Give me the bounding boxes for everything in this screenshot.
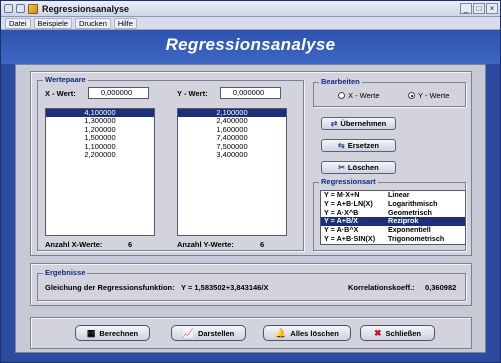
list-item[interactable]: 3,400000 <box>178 150 286 159</box>
app-window: Regressionsanalyse _ □ × Datei Beispiele… <box>0 0 501 363</box>
correlation-label: Korrelationskoeff.: <box>348 283 415 292</box>
close-button[interactable]: × <box>486 3 498 14</box>
y-value-label: Y - Wert: <box>177 89 208 98</box>
radio-y-werte[interactable]: Y - Werte <box>408 91 449 100</box>
uebernehmen-button[interactable]: ⇄ Übernehmen <box>321 117 396 130</box>
radio-x-werte[interactable]: X - Werte <box>338 91 380 100</box>
regression-name: Trigonometrisch <box>388 233 445 243</box>
bearbeiten-group: Bearbeiten X - Werte Y - Werte <box>313 77 466 107</box>
ersetzen-label: Ersetzen <box>347 141 379 150</box>
menu-datei[interactable]: Datei <box>5 17 31 29</box>
x-values-list[interactable]: 4,100000 1,300000 1,200000 1,500000 1,10… <box>45 108 155 236</box>
replace-icon: ⇆ <box>338 141 345 150</box>
insert-icon: ⇄ <box>330 119 338 128</box>
wertepaare-group: Wertepaare X - Wert: 0,000000 Y - Wert: … <box>37 75 304 251</box>
minimize-button[interactable]: _ <box>460 3 472 14</box>
alles-loeschen-label: Alles löschen <box>290 328 339 338</box>
list-item[interactable]: 2,200000 <box>46 150 154 159</box>
window-title: Regressionsanalyse <box>42 3 130 14</box>
radio-y-label: Y - Werte <box>418 91 450 100</box>
ersetzen-button[interactable]: ⇆ Ersetzen <box>321 139 396 152</box>
schliessen-button[interactable]: ✖ Schließen <box>360 325 435 341</box>
regression-formula: Y = A+B·SIN(X) <box>324 233 376 243</box>
bearbeiten-caption: Bearbeiten <box>319 77 362 86</box>
berechnen-label: Berechnen <box>99 328 139 338</box>
function-label: Gleichung der Regressionsfunktion: <box>45 283 175 292</box>
close-icon: ✖ <box>374 327 382 338</box>
radio-x-icon[interactable] <box>338 92 345 99</box>
input-panel: Wertepaare X - Wert: 0,000000 Y - Wert: … <box>30 71 472 256</box>
title-bar: Regressionsanalyse _ □ × <box>1 1 500 17</box>
y-values-list[interactable]: 2,100000 2,400000 1,600000 7,400000 7,50… <box>177 108 287 236</box>
loeschen-label: Löschen <box>347 163 379 172</box>
schliessen-label: Schließen <box>385 328 421 338</box>
bell-icon: 🔔 <box>275 327 287 338</box>
x-count-label: Anzahl X-Werte: <box>45 240 103 249</box>
uebernehmen-label: Übernehmen <box>340 119 387 128</box>
x-value-label: X - Wert: <box>45 89 76 98</box>
y-value-input[interactable]: 0,000000 <box>220 87 281 99</box>
status-bar <box>1 354 500 362</box>
darstellen-label: Darstellen <box>197 328 235 338</box>
wertepaare-caption: Wertepaare <box>43 75 88 84</box>
menu-bar: Datei Beispiele Drucken Hilfe <box>1 17 500 30</box>
regressionsart-caption: Regressionsart <box>319 177 378 186</box>
regression-type-list[interactable]: Y = M·X+N Linear Y = A+B·LN(X) Logarithm… <box>320 190 466 245</box>
x-count-value: 6 <box>128 240 133 249</box>
menu-beispiele[interactable]: Beispiele <box>33 17 72 29</box>
regressionsart-group: Regressionsart Y = M·X+N Linear Y = A+B·… <box>313 177 466 251</box>
action-panel: ▦ Berechnen 📈 Darstellen 🔔 Alles löschen… <box>30 317 472 349</box>
main-content: Wertepaare X - Wert: 0,000000 Y - Wert: … <box>15 64 486 353</box>
radio-x-label: X - Werte <box>348 91 380 100</box>
radio-y-icon[interactable] <box>408 92 415 99</box>
app-icon <box>28 3 38 14</box>
y-count-label: Anzahl Y-Werte: <box>177 240 234 249</box>
y-count-value: 6 <box>260 240 265 249</box>
alles-loeschen-button[interactable]: 🔔 Alles löschen <box>263 325 351 341</box>
menu-drucken[interactable]: Drucken <box>74 17 111 29</box>
delete-icon: ✂ <box>338 163 345 172</box>
function-value: Y = 1,583502+3,843146/X <box>181 283 269 292</box>
back-icon[interactable] <box>16 4 25 13</box>
loeschen-button[interactable]: ✂ Löschen <box>321 161 396 174</box>
x-value-input[interactable]: 0,000000 <box>88 87 149 99</box>
page-title: Regressionsanalyse <box>165 35 336 54</box>
ergebnisse-caption: Ergebnisse <box>43 268 88 277</box>
calculator-icon: ▦ <box>86 327 96 338</box>
menu-hilfe[interactable]: Hilfe <box>113 17 137 29</box>
chart-icon: 📈 <box>182 327 194 338</box>
correlation-value: 0,360982 <box>425 283 457 292</box>
ergebnisse-group: Ergebnisse Gleichung der Regressionsfunk… <box>37 268 466 301</box>
header-band: Regressionsanalyse <box>1 30 500 64</box>
system-menu-icon[interactable] <box>4 4 13 13</box>
results-panel: Ergebnisse Gleichung der Regressionsfunk… <box>30 263 472 306</box>
darstellen-button[interactable]: 📈 Darstellen <box>171 325 246 341</box>
maximize-button[interactable]: □ <box>473 3 485 14</box>
berechnen-button[interactable]: ▦ Berechnen <box>75 325 150 341</box>
regression-item-trigonometrisch[interactable]: Y = A+B·SIN(X) Trigonometrisch <box>321 233 465 244</box>
